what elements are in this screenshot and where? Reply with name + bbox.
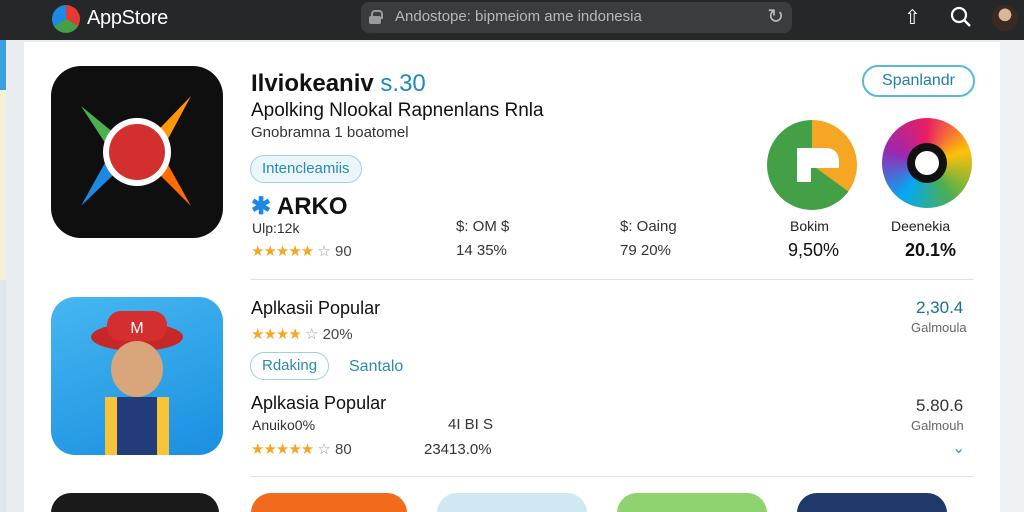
top-bar: AppStore Andostope: bipmeiom ame indones…: [0, 0, 1024, 40]
app-tile[interactable]: [251, 493, 407, 512]
featured-title: Ilviokeaniv s.30: [251, 70, 426, 98]
app-tile[interactable]: [437, 493, 587, 512]
featured-title-text: Ilviokeaniv: [251, 70, 374, 97]
reload-icon[interactable]: ↻: [767, 6, 784, 28]
stat-value: 79 20%: [620, 242, 671, 259]
logo-text[interactable]: AppStore: [87, 7, 168, 30]
brand-text: ARKO: [276, 193, 348, 220]
svg-text:M: M: [130, 320, 143, 337]
mid-value: 23413.0%: [424, 441, 492, 458]
divider: [250, 279, 974, 280]
left-edge: [0, 40, 6, 512]
popular-app-icon[interactable]: M: [51, 297, 223, 455]
mini-app-label: Bokim: [790, 218, 829, 234]
url-bar[interactable]: Andostope: bipmeiom ame indonesia ↻: [361, 2, 792, 33]
mid-label: 4I BI S: [448, 416, 494, 433]
chevron-down-icon[interactable]: ⌄: [952, 438, 965, 458]
star-icon: ★★★★★: [251, 441, 314, 458]
star-empty-icon: ☆: [317, 441, 331, 458]
star-icon: ★★★★★: [251, 243, 314, 260]
divider: [250, 476, 974, 477]
app-tile[interactable]: [51, 493, 219, 512]
featured-tag[interactable]: Intencleamiis: [250, 155, 362, 183]
stat-label: Ulp:12k: [252, 220, 300, 236]
right-edge: [1000, 40, 1024, 512]
popular-rating: ★★★★ ☆ 20%: [251, 325, 353, 343]
price: 2,30.4: [916, 298, 964, 317]
mini-app-value: 20.1%: [905, 240, 957, 260]
star-icon: ★★★★: [251, 326, 302, 343]
popular-rating-2: ★★★★★ ☆ 80: [251, 440, 352, 458]
mini-app-value: 9,50%: [788, 240, 840, 260]
price-2: 5.80.6: [916, 396, 964, 415]
mini-app-icon[interactable]: [767, 120, 857, 210]
app-tile[interactable]: [617, 493, 767, 512]
brand-mark-icon: ✱: [251, 193, 272, 220]
url-text[interactable]: Andostope: bipmeiom ame indonesia: [395, 8, 642, 25]
install-button[interactable]: Spanlandr: [862, 65, 975, 97]
lock-icon: [369, 10, 383, 24]
rating-pct: 20%: [322, 326, 353, 343]
search-icon[interactable]: [950, 6, 972, 34]
popular-sub: Anuiko0%: [252, 417, 316, 433]
share-icon[interactable]: ⇧: [904, 6, 921, 30]
app-logo[interactable]: [52, 5, 80, 33]
rating-value-2: 80: [335, 441, 352, 458]
link[interactable]: Santalo: [349, 358, 403, 376]
stat-label: $: OM $: [456, 218, 510, 235]
featured-developer: Gnobramna 1 boatomel: [251, 124, 409, 141]
stat-label: $: Oaing: [620, 218, 677, 235]
app-tile[interactable]: [797, 493, 947, 512]
popular-title-2[interactable]: Aplkasia Popular: [251, 393, 386, 414]
popular-title[interactable]: Aplkasii Popular: [251, 298, 380, 319]
featured-version: s.30: [380, 70, 426, 97]
mini-app-icon[interactable]: [882, 118, 972, 208]
featured-brand: ✱ ARKO: [251, 192, 348, 221]
price-2-sub: Galmouh: [911, 418, 964, 433]
stat-value: 14 35%: [456, 242, 507, 259]
avatar[interactable]: [992, 5, 1018, 31]
link-chip[interactable]: Rdaking: [250, 352, 330, 380]
mini-app-label: Deenekia: [891, 218, 951, 234]
star-empty-icon: ☆: [317, 243, 331, 260]
featured-subtitle: Apolking Nlookal Rapnenlans Rnla: [251, 100, 544, 121]
price-sub: Galmoula: [911, 320, 967, 335]
featured-rating: ★★★★★ ☆ 90: [251, 242, 352, 260]
rating-value: 90: [335, 243, 352, 260]
featured-app-icon[interactable]: [51, 66, 223, 238]
star-empty-icon: ☆: [304, 326, 319, 343]
